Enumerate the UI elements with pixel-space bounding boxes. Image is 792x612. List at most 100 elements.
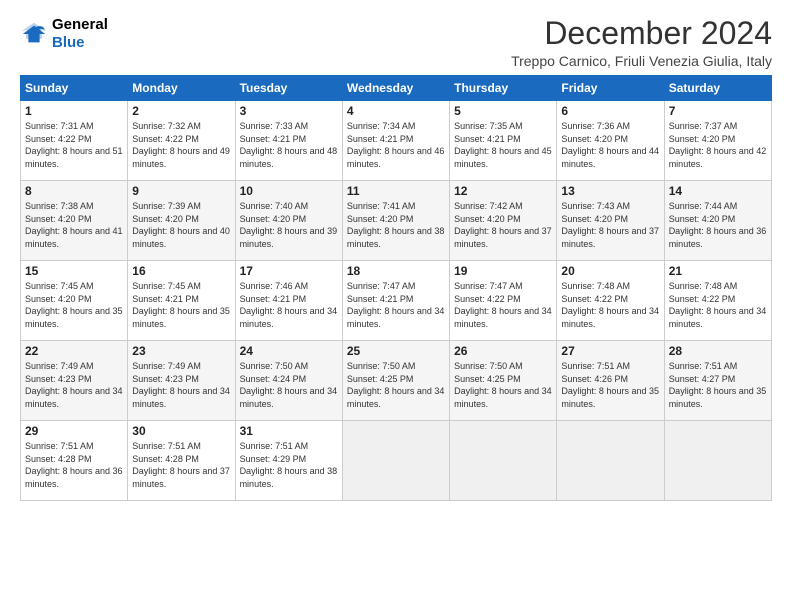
calendar-cell (664, 421, 771, 501)
cell-info: Sunrise: 7:51 AMSunset: 4:27 PMDaylight:… (669, 361, 767, 409)
day-number: 29 (25, 424, 123, 438)
cell-info: Sunrise: 7:34 AMSunset: 4:21 PMDaylight:… (347, 121, 445, 169)
day-number: 18 (347, 264, 445, 278)
cell-info: Sunrise: 7:46 AMSunset: 4:21 PMDaylight:… (240, 281, 338, 329)
calendar-cell: 6 Sunrise: 7:36 AMSunset: 4:20 PMDayligh… (557, 101, 664, 181)
day-number: 5 (454, 104, 552, 118)
cell-info: Sunrise: 7:50 AMSunset: 4:25 PMDaylight:… (454, 361, 552, 409)
day-number: 8 (25, 184, 123, 198)
day-number: 13 (561, 184, 659, 198)
col-header-thursday: Thursday (450, 76, 557, 101)
month-title: December 2024 (511, 16, 772, 51)
cell-info: Sunrise: 7:47 AMSunset: 4:21 PMDaylight:… (347, 281, 445, 329)
day-number: 24 (240, 344, 338, 358)
week-row-1: 1 Sunrise: 7:31 AMSunset: 4:22 PMDayligh… (21, 101, 772, 181)
col-header-wednesday: Wednesday (342, 76, 449, 101)
calendar-cell: 23 Sunrise: 7:49 AMSunset: 4:23 PMDaylig… (128, 341, 235, 421)
logo: General Blue (20, 16, 108, 52)
page: General Blue December 2024 Treppo Carnic… (0, 0, 792, 612)
cell-info: Sunrise: 7:38 AMSunset: 4:20 PMDaylight:… (25, 201, 123, 249)
calendar-cell: 9 Sunrise: 7:39 AMSunset: 4:20 PMDayligh… (128, 181, 235, 261)
day-number: 28 (669, 344, 767, 358)
calendar-cell: 5 Sunrise: 7:35 AMSunset: 4:21 PMDayligh… (450, 101, 557, 181)
calendar: SundayMondayTuesdayWednesdayThursdayFrid… (20, 75, 772, 501)
calendar-cell: 12 Sunrise: 7:42 AMSunset: 4:20 PMDaylig… (450, 181, 557, 261)
day-number: 6 (561, 104, 659, 118)
calendar-cell: 21 Sunrise: 7:48 AMSunset: 4:22 PMDaylig… (664, 261, 771, 341)
cell-info: Sunrise: 7:41 AMSunset: 4:20 PMDaylight:… (347, 201, 445, 249)
cell-info: Sunrise: 7:40 AMSunset: 4:20 PMDaylight:… (240, 201, 338, 249)
day-number: 31 (240, 424, 338, 438)
subtitle: Treppo Carnico, Friuli Venezia Giulia, I… (511, 53, 772, 69)
cell-info: Sunrise: 7:50 AMSunset: 4:25 PMDaylight:… (347, 361, 445, 409)
calendar-cell: 18 Sunrise: 7:47 AMSunset: 4:21 PMDaylig… (342, 261, 449, 341)
calendar-cell: 29 Sunrise: 7:51 AMSunset: 4:28 PMDaylig… (21, 421, 128, 501)
calendar-cell: 8 Sunrise: 7:38 AMSunset: 4:20 PMDayligh… (21, 181, 128, 261)
week-row-2: 8 Sunrise: 7:38 AMSunset: 4:20 PMDayligh… (21, 181, 772, 261)
cell-info: Sunrise: 7:45 AMSunset: 4:20 PMDaylight:… (25, 281, 123, 329)
header: General Blue December 2024 Treppo Carnic… (20, 16, 772, 69)
calendar-cell: 15 Sunrise: 7:45 AMSunset: 4:20 PMDaylig… (21, 261, 128, 341)
calendar-cell: 7 Sunrise: 7:37 AMSunset: 4:20 PMDayligh… (664, 101, 771, 181)
cell-info: Sunrise: 7:33 AMSunset: 4:21 PMDaylight:… (240, 121, 338, 169)
day-number: 14 (669, 184, 767, 198)
cell-info: Sunrise: 7:47 AMSunset: 4:22 PMDaylight:… (454, 281, 552, 329)
cell-info: Sunrise: 7:51 AMSunset: 4:28 PMDaylight:… (132, 441, 230, 489)
cell-info: Sunrise: 7:45 AMSunset: 4:21 PMDaylight:… (132, 281, 230, 329)
day-number: 1 (25, 104, 123, 118)
calendar-cell: 24 Sunrise: 7:50 AMSunset: 4:24 PMDaylig… (235, 341, 342, 421)
day-number: 20 (561, 264, 659, 278)
calendar-cell: 4 Sunrise: 7:34 AMSunset: 4:21 PMDayligh… (342, 101, 449, 181)
day-number: 26 (454, 344, 552, 358)
cell-info: Sunrise: 7:48 AMSunset: 4:22 PMDaylight:… (561, 281, 659, 329)
calendar-cell: 31 Sunrise: 7:51 AMSunset: 4:29 PMDaylig… (235, 421, 342, 501)
cell-info: Sunrise: 7:32 AMSunset: 4:22 PMDaylight:… (132, 121, 230, 169)
calendar-cell: 2 Sunrise: 7:32 AMSunset: 4:22 PMDayligh… (128, 101, 235, 181)
calendar-cell: 3 Sunrise: 7:33 AMSunset: 4:21 PMDayligh… (235, 101, 342, 181)
day-number: 9 (132, 184, 230, 198)
calendar-cell: 11 Sunrise: 7:41 AMSunset: 4:20 PMDaylig… (342, 181, 449, 261)
day-number: 30 (132, 424, 230, 438)
day-number: 12 (454, 184, 552, 198)
calendar-cell: 10 Sunrise: 7:40 AMSunset: 4:20 PMDaylig… (235, 181, 342, 261)
calendar-cell: 27 Sunrise: 7:51 AMSunset: 4:26 PMDaylig… (557, 341, 664, 421)
col-header-saturday: Saturday (664, 76, 771, 101)
day-number: 23 (132, 344, 230, 358)
calendar-cell: 30 Sunrise: 7:51 AMSunset: 4:28 PMDaylig… (128, 421, 235, 501)
calendar-cell (450, 421, 557, 501)
calendar-cell: 26 Sunrise: 7:50 AMSunset: 4:25 PMDaylig… (450, 341, 557, 421)
calendar-cell: 19 Sunrise: 7:47 AMSunset: 4:22 PMDaylig… (450, 261, 557, 341)
calendar-cell (342, 421, 449, 501)
cell-info: Sunrise: 7:36 AMSunset: 4:20 PMDaylight:… (561, 121, 659, 169)
cell-info: Sunrise: 7:48 AMSunset: 4:22 PMDaylight:… (669, 281, 767, 329)
cell-info: Sunrise: 7:42 AMSunset: 4:20 PMDaylight:… (454, 201, 552, 249)
calendar-cell: 20 Sunrise: 7:48 AMSunset: 4:22 PMDaylig… (557, 261, 664, 341)
cell-info: Sunrise: 7:51 AMSunset: 4:26 PMDaylight:… (561, 361, 659, 409)
day-number: 17 (240, 264, 338, 278)
cell-info: Sunrise: 7:37 AMSunset: 4:20 PMDaylight:… (669, 121, 767, 169)
day-number: 16 (132, 264, 230, 278)
col-header-tuesday: Tuesday (235, 76, 342, 101)
cell-info: Sunrise: 7:44 AMSunset: 4:20 PMDaylight:… (669, 201, 767, 249)
day-number: 2 (132, 104, 230, 118)
week-row-3: 15 Sunrise: 7:45 AMSunset: 4:20 PMDaylig… (21, 261, 772, 341)
calendar-cell: 28 Sunrise: 7:51 AMSunset: 4:27 PMDaylig… (664, 341, 771, 421)
cell-info: Sunrise: 7:39 AMSunset: 4:20 PMDaylight:… (132, 201, 230, 249)
title-block: December 2024 Treppo Carnico, Friuli Ven… (511, 16, 772, 69)
week-row-4: 22 Sunrise: 7:49 AMSunset: 4:23 PMDaylig… (21, 341, 772, 421)
col-header-monday: Monday (128, 76, 235, 101)
day-number: 10 (240, 184, 338, 198)
day-number: 22 (25, 344, 123, 358)
calendar-cell: 16 Sunrise: 7:45 AMSunset: 4:21 PMDaylig… (128, 261, 235, 341)
cell-info: Sunrise: 7:35 AMSunset: 4:21 PMDaylight:… (454, 121, 552, 169)
day-number: 27 (561, 344, 659, 358)
calendar-cell: 1 Sunrise: 7:31 AMSunset: 4:22 PMDayligh… (21, 101, 128, 181)
calendar-cell (557, 421, 664, 501)
cell-info: Sunrise: 7:49 AMSunset: 4:23 PMDaylight:… (25, 361, 123, 409)
day-number: 3 (240, 104, 338, 118)
calendar-header-row: SundayMondayTuesdayWednesdayThursdayFrid… (21, 76, 772, 101)
week-row-5: 29 Sunrise: 7:51 AMSunset: 4:28 PMDaylig… (21, 421, 772, 501)
calendar-cell: 25 Sunrise: 7:50 AMSunset: 4:25 PMDaylig… (342, 341, 449, 421)
calendar-cell: 14 Sunrise: 7:44 AMSunset: 4:20 PMDaylig… (664, 181, 771, 261)
day-number: 21 (669, 264, 767, 278)
